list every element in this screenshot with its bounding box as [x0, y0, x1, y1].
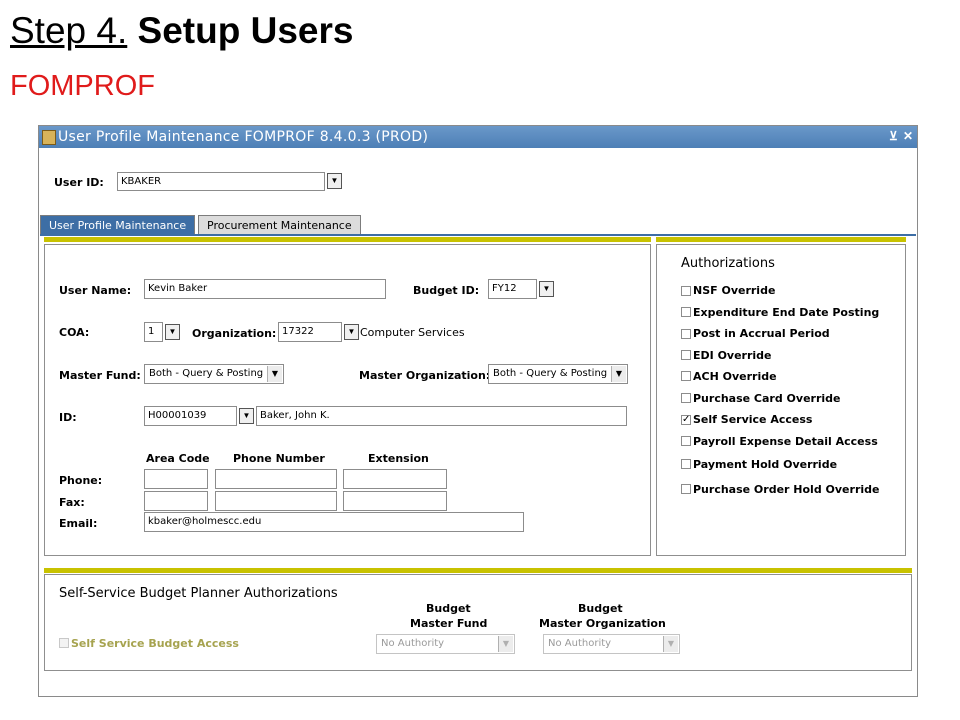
window-title: User Profile Maintenance FOMPROF 8.4.0.3…: [58, 129, 429, 145]
email-input[interactable]: kbaker@holmescc.edu: [144, 512, 524, 532]
master-fund-label: Master Fund:: [59, 369, 141, 382]
dropdown-icon: ▼: [242, 411, 251, 420]
master-fund-select[interactable]: Both - Query & Posting ▼: [144, 364, 284, 384]
chevron-down-icon: ▼: [267, 366, 282, 382]
minimize-icon[interactable]: ⊻: [889, 129, 898, 143]
self-service-budget-access-label: Self Service Budget Access: [71, 637, 239, 650]
coa-label: COA:: [59, 326, 90, 339]
section-bar-budget-planner: [44, 568, 912, 573]
nsf-override-label: NSF Override: [693, 284, 776, 297]
master-fund-value: Both - Query & Posting: [149, 368, 264, 379]
nsf-override-checkbox[interactable]: [681, 286, 691, 296]
fax-label: Fax:: [59, 496, 85, 509]
phone-label: Phone:: [59, 474, 103, 487]
self-service-access-checkbox[interactable]: ✓: [681, 415, 691, 425]
budget-id-label: Budget ID:: [413, 284, 480, 297]
master-org-value: Both - Query & Posting: [493, 368, 608, 379]
tab-underline: [40, 234, 916, 236]
purchase-card-override-checkbox[interactable]: [681, 393, 691, 403]
payroll-expense-detail-access-checkbox[interactable]: [681, 436, 691, 446]
expenditure-end-date-posting-label: Expenditure End Date Posting: [693, 306, 880, 319]
profile-panel: User Name: Kevin Baker Budget ID: FY12 ▼…: [44, 244, 651, 556]
section-bar-profile: [44, 237, 651, 242]
ach-override-label: ACH Override: [693, 370, 777, 383]
budget-org-header-line2: Master Organization: [539, 617, 666, 630]
coa-lookup-button[interactable]: ▼: [165, 324, 180, 340]
tab-user-profile-maintenance[interactable]: User Profile Maintenance: [40, 215, 196, 235]
id-input[interactable]: H00001039: [144, 406, 237, 426]
check-icon: ✓: [682, 414, 691, 425]
budget-master-fund-select[interactable]: No Authority ▼: [376, 634, 515, 654]
post-in-accrual-period-label: Post in Accrual Period: [693, 327, 830, 340]
form-name: FOMPROF: [10, 70, 155, 102]
dropdown-icon: ▼: [542, 284, 551, 293]
edi-override-checkbox[interactable]: [681, 350, 691, 360]
payroll-expense-detail-access-label: Payroll Expense Detail Access: [693, 435, 878, 448]
edi-override-label: EDI Override: [693, 349, 772, 362]
user-id-label: User ID:: [54, 176, 104, 189]
extension-header: Extension: [368, 452, 429, 465]
organization-description: Computer Services: [360, 326, 465, 339]
budget-master-fund-value: No Authority: [381, 638, 445, 649]
phone-extension-input[interactable]: [343, 469, 447, 489]
self-service-budget-access-checkbox[interactable]: [59, 638, 69, 648]
budget-planner-heading: Self-Service Budget Planner Authorizatio…: [59, 586, 338, 601]
user-name-input[interactable]: Kevin Baker: [144, 279, 386, 299]
section-bar-auth: [656, 237, 906, 242]
purchase-card-override-label: Purchase Card Override: [693, 392, 841, 405]
dropdown-icon: ▼: [168, 327, 177, 336]
user-id-input[interactable]: KBAKER: [117, 172, 325, 191]
master-org-label: Master Organization:: [359, 369, 491, 382]
fax-number-input[interactable]: [215, 491, 337, 511]
step-title: Setup Users: [137, 10, 354, 51]
dropdown-icon: ▼: [330, 176, 339, 185]
close-icon[interactable]: ✕: [903, 129, 913, 143]
dropdown-icon: ▼: [347, 327, 356, 336]
fax-area-code-input[interactable]: [144, 491, 208, 511]
budget-id-input[interactable]: FY12: [488, 279, 537, 299]
budget-id-lookup-button[interactable]: ▼: [539, 281, 554, 297]
post-in-accrual-period-checkbox[interactable]: [681, 329, 691, 339]
master-org-select[interactable]: Both - Query & Posting ▼: [488, 364, 628, 384]
authorizations-panel: Authorizations NSF Override Expenditure …: [656, 244, 906, 556]
user-name-label: User Name:: [59, 284, 132, 297]
phone-number-input[interactable]: [215, 469, 337, 489]
ach-override-checkbox[interactable]: [681, 371, 691, 381]
chevron-down-icon: ▼: [611, 366, 626, 382]
form-icon: [42, 130, 56, 145]
budget-planner-panel: Self-Service Budget Planner Authorizatio…: [44, 574, 912, 671]
area-code-header: Area Code: [146, 452, 210, 465]
budget-master-org-value: No Authority: [548, 638, 612, 649]
budget-fund-header-line1: Budget: [426, 602, 471, 615]
organization-lookup-button[interactable]: ▼: [344, 324, 359, 340]
payment-hold-override-label: Payment Hold Override: [693, 458, 838, 471]
purchase-order-hold-override-label: Purchase Order Hold Override: [693, 483, 880, 496]
purchase-order-hold-override-checkbox[interactable]: [681, 484, 691, 494]
phone-number-header: Phone Number: [233, 452, 325, 465]
chevron-down-icon: ▼: [663, 636, 678, 652]
step-prefix: Step 4.: [10, 10, 128, 51]
phone-area-code-input[interactable]: [144, 469, 208, 489]
organization-input[interactable]: 17322: [278, 322, 342, 342]
fax-extension-input[interactable]: [343, 491, 447, 511]
organization-label: Organization:: [192, 327, 277, 340]
self-service-access-label: Self Service Access: [693, 413, 813, 426]
expenditure-end-date-posting-checkbox[interactable]: [681, 307, 691, 317]
id-name-field: Baker, John K.: [256, 406, 627, 426]
id-label: ID:: [59, 411, 77, 424]
payment-hold-override-checkbox[interactable]: [681, 459, 691, 469]
window-titlebar: User Profile Maintenance FOMPROF 8.4.0.3…: [39, 126, 917, 148]
budget-org-header-line1: Budget: [578, 602, 623, 615]
authorizations-heading: Authorizations: [681, 256, 775, 271]
budget-fund-header-line2: Master Fund: [410, 617, 488, 630]
email-label: Email:: [59, 517, 98, 530]
budget-master-org-select[interactable]: No Authority ▼: [543, 634, 680, 654]
slide-title: Step 4. Setup Users: [10, 10, 353, 52]
id-lookup-button[interactable]: ▼: [239, 408, 254, 424]
tab-procurement-maintenance[interactable]: Procurement Maintenance: [198, 215, 361, 235]
coa-input[interactable]: 1: [144, 322, 163, 342]
chevron-down-icon: ▼: [498, 636, 513, 652]
user-id-lookup-button[interactable]: ▼: [327, 173, 342, 189]
app-window: User Profile Maintenance FOMPROF 8.4.0.3…: [38, 125, 918, 697]
